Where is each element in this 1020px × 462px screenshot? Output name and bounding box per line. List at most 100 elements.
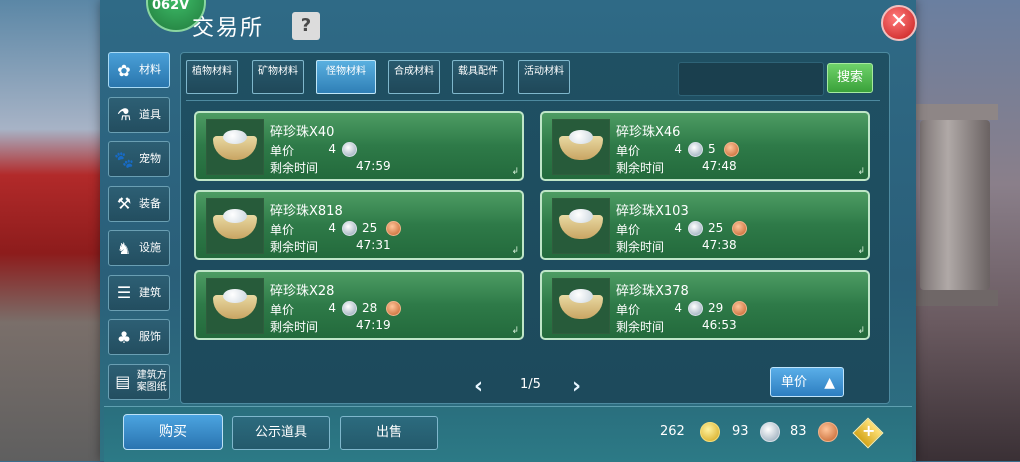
next-page-button[interactable]: › — [572, 374, 581, 399]
tab-mineral-materials[interactable]: 矿物材料 — [252, 60, 304, 94]
background-scene-left — [0, 0, 110, 461]
silver-coin-icon — [688, 142, 703, 157]
equipment-icon: ⚒ — [116, 194, 132, 213]
sidebar-item-facility[interactable]: ♞ 设施 — [108, 230, 170, 266]
price-label: 单价 — [270, 223, 295, 237]
gold-amount: 262 — [660, 424, 685, 439]
time-label: 剩余时间 — [616, 240, 665, 254]
corner-mark-icon: ↲ — [857, 326, 865, 336]
category-sidebar: ✿ 材料 ⚗ 道具 🐾 宠物 ⚒ 装备 ♞ 设施 ☰ 建筑 ♣ 服饰 ▤ 建筑方… — [108, 52, 174, 408]
time-label: 剩余时间 — [616, 161, 665, 175]
sidebar-item-props[interactable]: ⚗ 道具 — [108, 96, 170, 133]
price-copper: 5 — [708, 142, 716, 156]
sort-label: 单价 — [781, 375, 808, 390]
price-copper: 25 — [362, 221, 378, 235]
public-items-button[interactable]: 公示道具 — [232, 416, 330, 450]
sidebar-item-materials[interactable]: ✿ 材料 — [108, 52, 170, 88]
tab-event-materials[interactable]: 活动材料 — [518, 60, 570, 94]
close-button[interactable]: ✕ — [881, 5, 917, 41]
copper-coin-icon — [724, 142, 739, 157]
facility-icon: ♞ — [116, 238, 132, 258]
corner-mark-icon: ↲ — [857, 246, 865, 256]
silver-coin-icon — [760, 422, 780, 442]
tab-monster-materials[interactable]: 怪物材料 — [316, 60, 376, 94]
price-silver: 4 — [674, 301, 682, 315]
sidebar-item-label: 宠物 — [139, 152, 161, 165]
prev-page-button[interactable]: ‹ — [474, 374, 483, 399]
gold-coin-icon — [700, 422, 720, 442]
price-label: 单价 — [270, 144, 295, 158]
page-indicator: 1/5 — [520, 377, 541, 392]
time-label: 剩余时间 — [270, 320, 319, 334]
remaining-time: 47:38 — [702, 238, 737, 252]
copper-amount: 83 — [790, 424, 807, 439]
sort-arrow-icon: ▲ — [824, 375, 835, 391]
price-copper: 28 — [362, 301, 378, 315]
listing-card[interactable]: 碎珍珠X40 单价 4 剩余时间 47:59 ↲ — [194, 111, 524, 181]
silver-coin-icon — [342, 301, 357, 316]
item-name: 碎珍珠X28 — [270, 284, 335, 299]
silver-amount: 93 — [732, 424, 749, 439]
silver-coin-icon — [342, 221, 357, 236]
price-silver: 4 — [328, 221, 336, 235]
page-title: 交易所 — [192, 16, 265, 41]
sidebar-item-label: 设施 — [139, 241, 161, 254]
price-silver: 4 — [328, 301, 336, 315]
price-silver: 4 — [674, 142, 682, 156]
pearl-item-icon — [552, 278, 610, 334]
pearl-item-icon — [206, 119, 264, 175]
corner-mark-icon: ↲ — [511, 326, 519, 336]
divider — [186, 100, 880, 101]
paw-icon: 🐾 — [114, 149, 134, 169]
title-bar: 062V 交易所 ? — [100, 0, 916, 48]
sort-by-price-button[interactable]: 单价 ▲ — [770, 367, 844, 397]
time-label: 剩余时间 — [270, 161, 319, 175]
help-button[interactable]: ? — [292, 12, 320, 40]
sidebar-item-label: 材料 — [139, 63, 161, 76]
sidebar-item-label: 建筑 — [139, 285, 161, 299]
sidebar-item-clothing[interactable]: ♣ 服饰 — [108, 319, 170, 355]
sidebar-item-building[interactable]: ☰ 建筑 — [108, 274, 170, 311]
listing-card[interactable]: 碎珍珠X46 单价 4 5 剩余时间 47:48 ↲ — [540, 111, 870, 181]
search-input[interactable] — [678, 62, 824, 96]
buy-button[interactable]: 购买 — [123, 414, 223, 450]
tab-vehicle-parts[interactable]: 载具配件 — [452, 60, 504, 94]
building-icon: ☰ — [116, 283, 132, 302]
tab-plant-materials[interactable]: 植物材料 — [186, 60, 238, 94]
materials-icon: ✿ — [117, 60, 131, 80]
sidebar-item-label: 建筑方案图纸 — [136, 369, 167, 393]
listing-card[interactable]: 碎珍珠X103 单价 4 25 剩余时间 47:38 ↲ — [540, 190, 870, 260]
corner-mark-icon: ↲ — [511, 246, 519, 256]
price-copper: 25 — [708, 221, 724, 235]
copper-coin-icon — [732, 221, 747, 236]
pearl-item-icon — [206, 278, 264, 334]
pearl-item-icon — [552, 198, 610, 254]
listing-card[interactable]: 碎珍珠X28 单价 4 28 剩余时间 47:19 ↲ — [194, 270, 524, 340]
item-name: 碎珍珠X46 — [616, 125, 681, 140]
price-label: 单价 — [616, 223, 641, 237]
flask-icon: ⚗ — [116, 105, 132, 124]
time-label: 剩余时间 — [270, 240, 319, 254]
item-name: 碎珍珠X378 — [616, 284, 689, 299]
listing-card[interactable]: 碎珍珠X378 单价 4 29 剩余时间 46:53 ↲ — [540, 270, 870, 340]
remaining-time: 47:19 — [356, 318, 391, 332]
sidebar-item-label: 装备 — [139, 196, 161, 210]
copper-coin-icon — [386, 221, 401, 236]
clothing-icon: ♣ — [116, 327, 132, 347]
sidebar-item-equipment[interactable]: ⚒ 装备 — [108, 185, 170, 222]
silver-coin-icon — [688, 301, 703, 316]
price-silver: 4 — [674, 221, 682, 235]
remaining-time: 47:31 — [356, 238, 391, 252]
time-label: 剩余时间 — [616, 320, 665, 334]
search-button[interactable]: 搜索 — [827, 63, 873, 93]
corner-mark-icon: ↲ — [511, 167, 519, 177]
tab-synthesis-materials[interactable]: 合成材料 — [388, 60, 440, 94]
sidebar-item-blueprint[interactable]: ▤ 建筑方案图纸 — [108, 363, 170, 400]
price-label: 单价 — [270, 303, 295, 317]
sell-button[interactable]: 出售 — [340, 416, 438, 450]
item-name: 碎珍珠X40 — [270, 125, 335, 140]
sidebar-item-pets[interactable]: 🐾 宠物 — [108, 141, 170, 177]
copper-coin-icon — [386, 301, 401, 316]
listing-card[interactable]: 碎珍珠X818 单价 4 25 剩余时间 47:31 ↲ — [194, 190, 524, 260]
pearl-item-icon — [206, 198, 264, 254]
